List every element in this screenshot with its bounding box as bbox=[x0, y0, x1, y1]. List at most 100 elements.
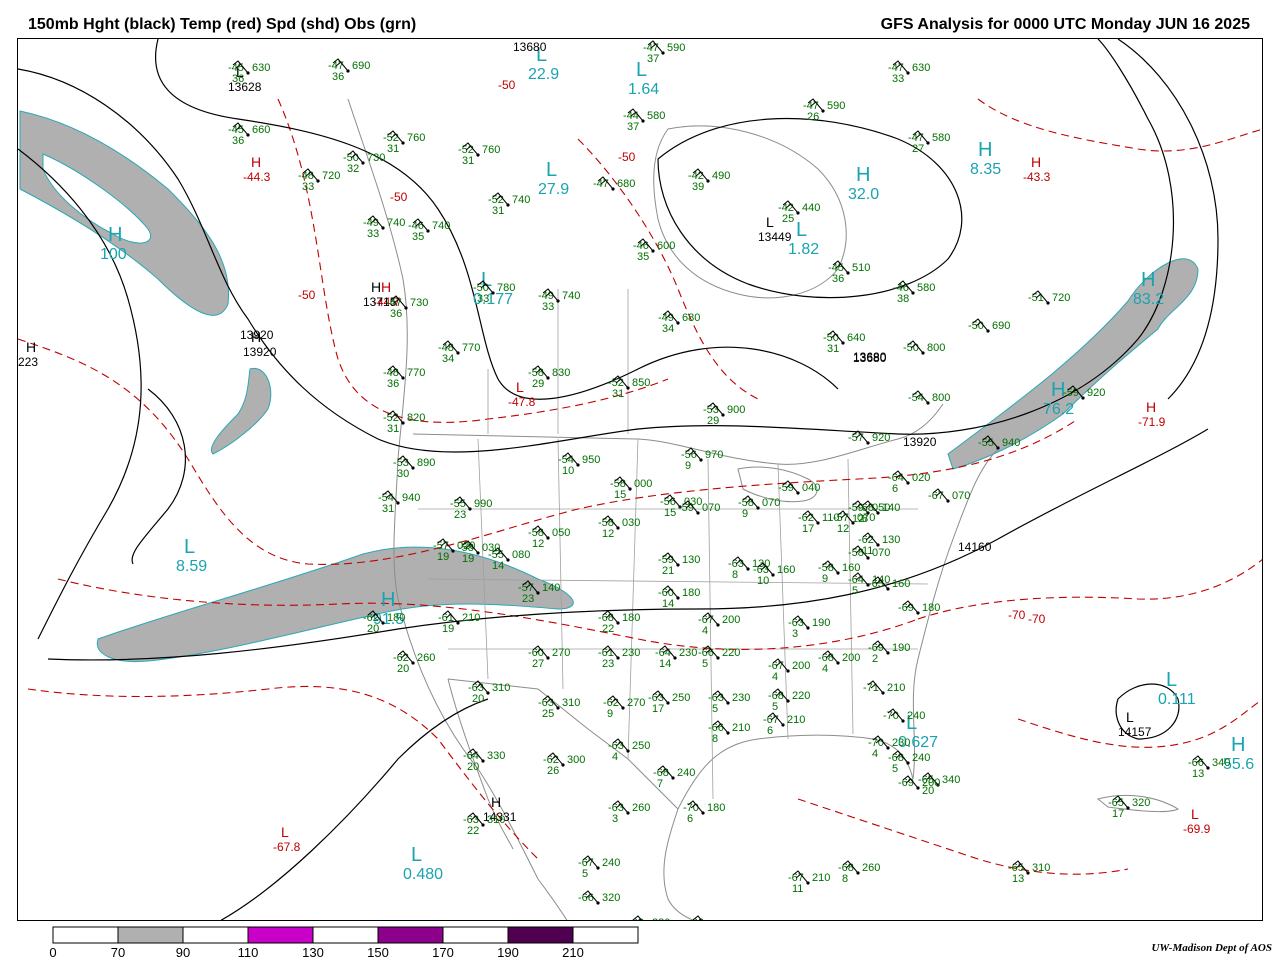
ob-height: 230 bbox=[732, 692, 750, 704]
ob-height: 600 bbox=[657, 240, 675, 252]
chart-title: 150mb Hght (black) Temp (red) Spd (shd) … bbox=[28, 16, 417, 33]
extrema-value: 14157 bbox=[1118, 725, 1152, 739]
station-ob: -68 2407 bbox=[653, 765, 695, 790]
ob-dewpoint-depression: 5 bbox=[852, 585, 858, 597]
scale-bin bbox=[442, 926, 509, 944]
ob-height: 050 bbox=[552, 527, 570, 539]
ob-dewpoint-depression: 29 bbox=[707, 415, 719, 427]
temp-contour bbox=[977, 98, 1262, 152]
ob-temp: -54 bbox=[908, 392, 924, 404]
ob-dewpoint-depression: 14 bbox=[659, 658, 671, 670]
station-ob: -53 89030 bbox=[393, 455, 435, 480]
station-ob: -56 9709 bbox=[681, 447, 723, 472]
station-ob: -66 34013 bbox=[1188, 755, 1230, 780]
station-ob: -49 68034 bbox=[658, 310, 700, 335]
height-contour-13920 bbox=[131, 388, 187, 565]
station-ob: -66 320 bbox=[578, 890, 620, 905]
station-ob: -47 59037 bbox=[643, 40, 685, 65]
ob-dewpoint-depression: 31 bbox=[462, 155, 474, 167]
ob-dewpoint-depression: 10 bbox=[757, 575, 769, 587]
scale-bin bbox=[52, 926, 119, 944]
ob-height: 130 bbox=[882, 534, 900, 546]
ob-dewpoint-depression: 6 bbox=[892, 483, 898, 495]
ob-temp: -59 bbox=[1063, 387, 1079, 399]
ob-height: 740 bbox=[512, 194, 530, 206]
ob-height: 140 bbox=[882, 502, 900, 514]
station-ob: -63 31025 bbox=[538, 695, 580, 720]
geography-lines bbox=[347, 98, 1180, 920]
ob-dewpoint-depression: 9 bbox=[822, 573, 828, 585]
ob-height: 240 bbox=[907, 710, 925, 722]
ob-dewpoint-depression: 23 bbox=[602, 658, 614, 670]
station-ob: -46 60035 bbox=[633, 238, 675, 263]
station-ob: -64 23014 bbox=[655, 645, 697, 670]
ob-dewpoint-depression: 8 bbox=[712, 733, 718, 745]
ob-temp: -69 bbox=[898, 602, 914, 614]
extrema-letter: H bbox=[26, 339, 36, 355]
ob-height: 580 bbox=[647, 110, 665, 122]
ob-dewpoint-depression: 8 bbox=[842, 873, 848, 885]
extrema-letter: H bbox=[1141, 269, 1155, 291]
station-ob: -62 11017 bbox=[798, 510, 840, 535]
extrema-letter: H bbox=[251, 154, 261, 170]
station-ob: -55 99023 bbox=[450, 496, 492, 521]
ob-height: 950 bbox=[582, 454, 600, 466]
extrema-value: -47.8 bbox=[508, 395, 536, 409]
ob-dewpoint-depression: 34 bbox=[442, 353, 454, 365]
extrema-value: 8.59 bbox=[176, 558, 207, 575]
ob-height: 920 bbox=[872, 432, 890, 444]
ob-height: 250 bbox=[672, 692, 690, 704]
scale-bin bbox=[507, 926, 574, 944]
station-ob: -50 800 bbox=[903, 340, 945, 355]
ob-dewpoint-depression: 20 bbox=[472, 693, 484, 705]
temp-contour-label: -50 bbox=[498, 78, 516, 92]
ob-height: 070 bbox=[952, 490, 970, 502]
extrema-value: 27.9 bbox=[538, 181, 569, 198]
station-ob: -68 18022 bbox=[598, 610, 640, 635]
analysis-time-label: GFS Analysis for 0000 UTC Monday JUN 16 … bbox=[880, 16, 1250, 33]
ob-height: 440 bbox=[802, 202, 820, 214]
extrema-value: 1.64 bbox=[628, 81, 659, 98]
ob-height: 990 bbox=[474, 498, 492, 510]
extrema-value: -71.9 bbox=[1138, 415, 1166, 429]
ob-dewpoint-depression: 31 bbox=[387, 143, 399, 155]
station-ob: -68 2004 bbox=[818, 650, 860, 675]
ob-height: 640 bbox=[847, 332, 865, 344]
scale-bin bbox=[377, 926, 444, 944]
ob-height: 200 bbox=[842, 652, 860, 664]
extrema-letter: L bbox=[184, 536, 195, 558]
scale-tick-label: 70 bbox=[110, 945, 126, 960]
extrema-value: 0.111 bbox=[1158, 691, 1196, 708]
ob-dewpoint-depression: 15 bbox=[664, 507, 676, 519]
ob-temp: -51 bbox=[1028, 292, 1044, 304]
ob-temp: -50 bbox=[968, 320, 984, 332]
jet-streak-offshore bbox=[210, 367, 272, 455]
ob-height: 820 bbox=[407, 412, 425, 424]
scale-tick-label: 110 bbox=[237, 945, 259, 960]
station-ob: -71 210 bbox=[863, 680, 905, 695]
ob-temp: -55 bbox=[978, 437, 994, 449]
ob-dewpoint-depression: 22 bbox=[467, 825, 479, 837]
ob-dewpoint-depression: 29 bbox=[532, 378, 544, 390]
ob-dewpoint-depression: 4 bbox=[822, 663, 828, 675]
ob-dewpoint-depression: 37 bbox=[627, 121, 639, 133]
ob-dewpoint-depression: 20 bbox=[467, 761, 479, 773]
ob-height: 190 bbox=[812, 617, 830, 629]
extrema-value: -67.8 bbox=[273, 840, 301, 854]
ob-dewpoint-depression: 13 bbox=[1012, 873, 1024, 885]
ob-height: 140 bbox=[542, 582, 560, 594]
ob-temp: -69 bbox=[898, 777, 914, 789]
ob-height: 920 bbox=[1087, 387, 1105, 399]
station-ob: -68 2205 bbox=[768, 688, 810, 713]
station-ob: -70 1806 bbox=[683, 800, 725, 825]
ob-dewpoint-depression: 33 bbox=[367, 228, 379, 240]
speed-color-scale bbox=[52, 926, 639, 944]
ob-dewpoint-depression: 20 bbox=[397, 663, 409, 675]
extrema-value: 83.2 bbox=[1133, 291, 1164, 308]
ob-height: 340 bbox=[942, 774, 960, 786]
station-ob: -60 18014 bbox=[658, 585, 700, 610]
scale-bin bbox=[572, 926, 639, 944]
station-ob: -58 83029 bbox=[528, 365, 570, 390]
ob-height: 970 bbox=[705, 449, 723, 461]
ob-dewpoint-depression: 14 bbox=[492, 560, 504, 572]
